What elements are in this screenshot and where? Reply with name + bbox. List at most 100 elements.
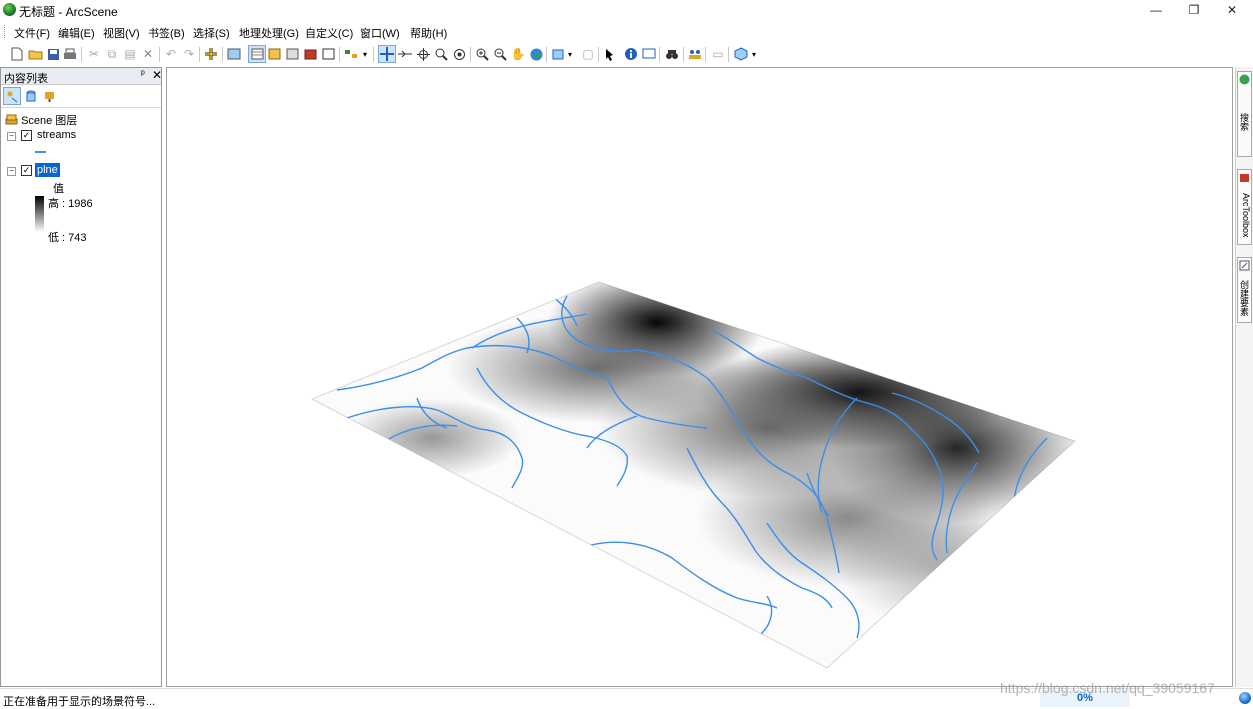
menu-bookmarks[interactable]: 书签(B): [148, 25, 185, 41]
standard-toolbar: ✂ ⧉ ▤ ✕ ↶ ↷ ▾ ✋ ▾ ▢ ▭ ▾: [0, 43, 1253, 66]
toolbar-separator: [546, 47, 547, 62]
toc-close-button[interactable]: ✕: [152, 68, 162, 82]
target-center-icon[interactable]: [415, 46, 431, 62]
open-folder-icon[interactable]: [27, 46, 43, 62]
elevation-color-ramp: [35, 196, 44, 232]
toolbar-separator: [159, 47, 160, 62]
print-icon[interactable]: [62, 46, 78, 62]
paste-icon[interactable]: ▤: [122, 46, 138, 62]
undo-icon[interactable]: ↶: [163, 46, 179, 62]
toolbar-overflow-chevron-icon[interactable]: ▾: [361, 46, 369, 62]
scene-properties-icon[interactable]: [226, 46, 242, 62]
menu-geoprocessing[interactable]: 地理处理(G): [239, 25, 299, 41]
toolbar-separator: [81, 47, 82, 62]
navigate-icon[interactable]: [378, 45, 396, 63]
html-popup-icon[interactable]: [641, 46, 657, 62]
python-window-icon[interactable]: [320, 46, 336, 62]
maximize-button[interactable]: ❐: [1175, 0, 1213, 20]
search-dock-tab[interactable]: 搜索: [1237, 71, 1252, 157]
toolbox-icon: [1240, 174, 1249, 182]
legend-title: 值: [53, 183, 64, 195]
create-features-icon: [1239, 260, 1250, 271]
set-observer-icon[interactable]: [451, 46, 467, 62]
create-features-dock-label: 创建要素: [1239, 280, 1249, 316]
close-button[interactable]: ✕: [1213, 0, 1251, 20]
plne-expander[interactable]: −: [7, 167, 16, 176]
toc-window-icon[interactable]: [248, 45, 266, 63]
identify-info-icon[interactable]: [623, 46, 639, 62]
zoom-in-icon[interactable]: [474, 46, 490, 62]
delete-icon[interactable]: ✕: [140, 46, 156, 62]
toolbar-separator: [705, 47, 706, 62]
arcscene-app-icon: [3, 3, 16, 16]
watermark-text: https://blog.csdn.net/qq_39059167: [1000, 680, 1215, 696]
streams-visibility-checkbox[interactable]: ✓: [21, 130, 32, 141]
select-features-icon[interactable]: [551, 46, 567, 62]
plne-visibility-checkbox[interactable]: ✓: [21, 165, 32, 176]
select-elements-arrow-icon[interactable]: [602, 46, 618, 62]
zoom-out-icon[interactable]: [492, 46, 508, 62]
toolbar-separator: [199, 47, 200, 62]
find-binoculars-icon[interactable]: [664, 46, 680, 62]
model-builder-icon[interactable]: [343, 46, 359, 62]
measure-icon[interactable]: [687, 46, 703, 62]
cut-icon[interactable]: ✂: [86, 46, 102, 62]
scene-view[interactable]: [166, 67, 1233, 687]
toolbar-separator: [683, 47, 684, 62]
legend-high-value: 高 : 1986: [48, 198, 93, 210]
right-dock: 搜索 ArcToolbox 创建要素: [1235, 67, 1253, 687]
copy-icon[interactable]: ⧉: [104, 46, 120, 62]
streams-layer-name[interactable]: streams: [37, 129, 76, 141]
legend-low-value: 低 : 743: [48, 232, 87, 244]
search-window-icon[interactable]: [284, 46, 300, 62]
pin-icon[interactable]: ᵖ: [141, 69, 145, 80]
streams-expander[interactable]: −: [7, 132, 16, 141]
arctoolbox-dock-tab[interactable]: ArcToolbox: [1237, 169, 1252, 245]
menu-view[interactable]: 视图(V): [103, 25, 140, 41]
menu-edit[interactable]: 编辑(E): [58, 25, 95, 41]
pan-hand-icon[interactable]: ✋: [510, 46, 526, 62]
zoom-to-target-icon[interactable]: [433, 46, 449, 62]
scene-layers-group[interactable]: Scene 图层: [5, 112, 77, 128]
menu-selection[interactable]: 选择(S): [193, 25, 230, 41]
add-data-icon[interactable]: [203, 46, 219, 62]
plne-layer-name[interactable]: plne: [35, 163, 60, 177]
search-dock-label: 搜索: [1239, 113, 1249, 131]
create-features-dock-tab[interactable]: 创建要素: [1237, 257, 1252, 323]
menu-grip-handle[interactable]: [4, 25, 7, 38]
toolbar-separator: [598, 47, 599, 62]
layers-stack-icon: [5, 114, 18, 125]
full-extent-globe-icon[interactable]: [528, 46, 544, 62]
toolbar-separator: [659, 47, 660, 62]
menu-help[interactable]: 帮助(H): [410, 25, 447, 41]
list-by-visibility-icon[interactable]: [41, 88, 57, 104]
toolbar-overflow-chevron-icon[interactable]: ▾: [750, 46, 758, 62]
clear-selection-icon[interactable]: ▢: [580, 46, 596, 62]
toolbar-separator: [728, 47, 729, 62]
scene-layers-label: Scene 图层: [21, 115, 78, 127]
save-icon[interactable]: [45, 46, 61, 62]
arccatalog-icon[interactable]: [266, 46, 282, 62]
menu-file[interactable]: 文件(F): [14, 25, 50, 41]
arctoolbox-icon[interactable]: [302, 46, 318, 62]
fly-icon[interactable]: [397, 46, 413, 62]
menu-bar: 文件(F) 编辑(E) 视图(V) 书签(B) 选择(S) 地理处理(G) 自定…: [0, 21, 1253, 42]
list-by-drawing-order-icon[interactable]: [3, 87, 21, 105]
minimize-button[interactable]: —: [1137, 0, 1175, 20]
list-by-source-icon[interactable]: [23, 88, 39, 104]
terrain-scene[interactable]: [167, 68, 1233, 687]
new-document-icon[interactable]: [9, 46, 25, 62]
toc-panel: 内容列表 ᵖ ✕ Scene 图层 − ✓ streams − ✓ plne 值…: [0, 67, 162, 687]
redo-icon[interactable]: ↷: [181, 46, 197, 62]
viewer-window-icon[interactable]: ▭: [710, 46, 726, 62]
menu-customize[interactable]: 自定义(C): [305, 25, 353, 41]
toolbar-separator: [470, 47, 471, 62]
select-dropdown-chevron-icon[interactable]: ▾: [566, 46, 574, 62]
toc-title: 内容列表: [4, 73, 48, 85]
arctoolbox-dock-label: ArcToolbox: [1241, 192, 1251, 238]
toc-header: 内容列表 ᵖ ✕: [1, 68, 162, 85]
3d-effects-icon[interactable]: [733, 46, 749, 62]
menu-windows[interactable]: 窗口(W): [360, 25, 400, 41]
toc-toolbar: [1, 85, 161, 108]
streams-line-swatch: [35, 151, 46, 153]
